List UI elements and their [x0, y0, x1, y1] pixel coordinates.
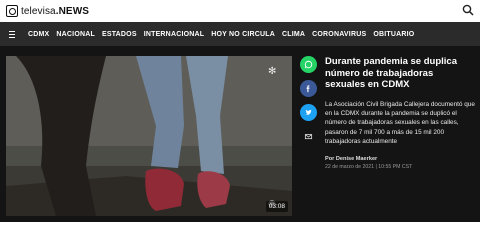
video-player[interactable]: ✻ ◉ 03:08 — [6, 56, 292, 216]
brand-name: televisa.NEWS — [21, 5, 89, 17]
televisa-news-logo[interactable]: televisa.NEWS — [6, 4, 89, 18]
page-below-fold — [0, 222, 480, 243]
broadcaster-watermark: ✻ — [268, 66, 276, 77]
email-icon — [304, 134, 313, 140]
search-icon[interactable] — [462, 4, 474, 16]
article-info: Durante pandemia se duplica número de tr… — [325, 56, 475, 170]
whatsapp-share-button[interactable] — [300, 56, 317, 73]
share-bar — [300, 56, 318, 152]
nav-item-nacional[interactable]: NACIONAL — [56, 31, 95, 38]
nav-item-coronavirus[interactable]: CORONAVIRUS — [312, 31, 366, 38]
nav-item-cdmx[interactable]: CDMX — [28, 31, 49, 38]
email-share-button[interactable] — [300, 128, 317, 145]
nav-item-estados[interactable]: ESTADOS — [102, 31, 137, 38]
televisa-logo-icon — [6, 5, 18, 17]
nav-item-clima[interactable]: CLIMA — [282, 31, 305, 38]
article-headline[interactable]: Durante pandemia se duplica número de tr… — [325, 56, 475, 91]
top-header: televisa.NEWS — [0, 0, 480, 22]
video-thumbnail: ✻ ◉ — [6, 56, 292, 216]
nav-item-obituario[interactable]: OBITUARIO — [373, 31, 414, 38]
twitter-share-button[interactable] — [300, 104, 317, 121]
facebook-share-button[interactable] — [300, 80, 317, 97]
nav-item-internacional[interactable]: INTERNACIONAL — [144, 31, 205, 38]
twitter-icon — [305, 109, 312, 116]
nav-item-hoy-no-circula[interactable]: HOY NO CIRCULA — [211, 31, 275, 38]
whatsapp-icon — [304, 60, 313, 69]
video-duration: 03:08 — [265, 201, 288, 212]
article-date: 22 de marzo de 2021 | 10:55 PM CST — [325, 163, 413, 170]
facebook-icon — [306, 85, 310, 93]
article-author[interactable]: Por Denise Maerker — [325, 156, 475, 162]
article-summary: La Asociación Civil Brigada Callejera do… — [325, 100, 475, 146]
main-navigation: CDMX NACIONAL ESTADOS INTERNACIONAL HOY … — [0, 22, 480, 46]
hamburger-menu-icon[interactable] — [9, 22, 21, 46]
